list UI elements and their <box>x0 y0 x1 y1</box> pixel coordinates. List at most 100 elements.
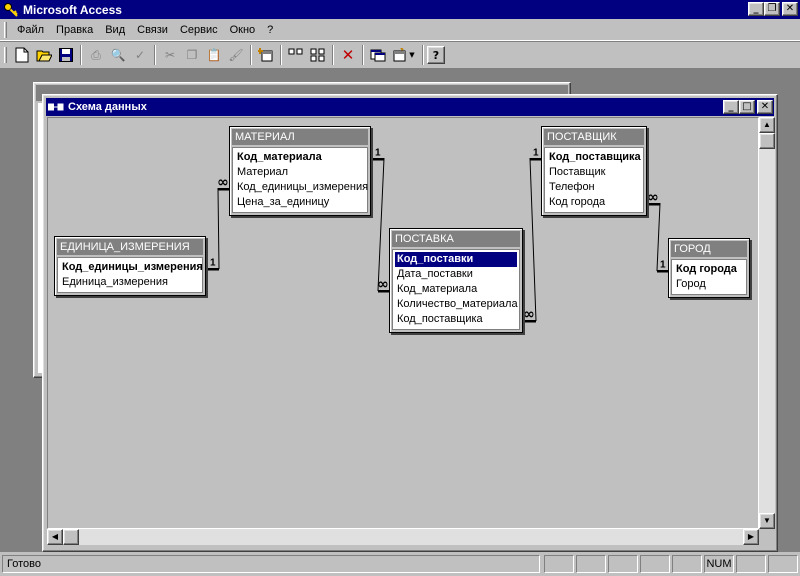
field-list[interactable]: Код города Город <box>671 259 747 295</box>
relationship-line-3[interactable] <box>648 203 669 271</box>
show-all-relationships-icon[interactable] <box>307 44 329 66</box>
spelling-icon[interactable]: ✓ <box>129 44 151 66</box>
field-city-1[interactable]: Город <box>674 277 744 292</box>
print-icon[interactable]: ⎙ <box>85 44 107 66</box>
field-list[interactable]: Код_поставщика Поставщик Телефон Код города <box>544 147 644 213</box>
format-painter-icon[interactable]: 🖌 <box>225 44 247 66</box>
toolbar-grip[interactable] <box>4 47 7 63</box>
menu-help[interactable]: ? <box>261 22 279 38</box>
relationship-line-1[interactable] <box>372 158 390 291</box>
field-material-1[interactable]: Материал <box>235 165 365 180</box>
menu-view[interactable]: Вид <box>99 22 131 38</box>
table-supply[interactable]: ПОСТАВКА Код_поставки Дата_поставки Код_ма… <box>389 228 523 333</box>
scroll-up-icon[interactable]: ▲ <box>759 117 775 133</box>
toolbar: ⎙ 🔍 ✓ ✂ ❐ 📋 🖌 ✕ ▼ ? <box>0 41 800 68</box>
relationship-one-label-0: 1 <box>210 258 216 269</box>
scroll-down-icon[interactable]: ▼ <box>759 513 775 529</box>
window-close-button[interactable]: ✕ <box>757 100 773 114</box>
new-icon[interactable] <box>11 44 33 66</box>
field-supply-2[interactable]: Код_материала <box>395 282 517 297</box>
field-supplier-0[interactable]: Код_поставщика <box>547 150 641 165</box>
field-material-3[interactable]: Цена_за_единицу <box>235 195 365 210</box>
menu-window[interactable]: Окно <box>224 22 262 38</box>
field-unit-1[interactable]: Единица_измерения <box>60 275 200 290</box>
relationship-many-label-0: ∞ <box>217 175 229 191</box>
field-supplier-2[interactable]: Телефон <box>547 180 641 195</box>
field-supply-3[interactable]: Количество_материала <box>395 297 518 312</box>
app-title-bar[interactable]: Microsoft Access _ ❐ ✕ <box>0 0 800 19</box>
relationship-many-label-1: ∞ <box>377 277 389 293</box>
delete-icon[interactable]: ✕ <box>337 44 359 66</box>
dropdown-arrow-icon[interactable]: ▼ <box>409 51 414 59</box>
table-city[interactable]: ГОРОД Код города Город <box>668 238 750 298</box>
save-icon[interactable] <box>55 44 77 66</box>
relationship-line-0[interactable] <box>207 188 230 269</box>
table-unit[interactable]: ЕДИНИЦА_ИЗМЕРЕНИЯ Код_единицы_измерения Е… <box>54 236 206 296</box>
table-title[interactable]: МАТЕРИАЛ <box>232 129 368 145</box>
field-city-0[interactable]: Код города <box>674 262 744 277</box>
status-cell <box>672 555 702 573</box>
field-supplier-3[interactable]: Код города <box>547 195 641 210</box>
menu-edit[interactable]: Правка <box>50 22 99 38</box>
toolbar-separator <box>250 45 252 65</box>
cut-icon[interactable]: ✂ <box>159 44 181 66</box>
menu-tools[interactable]: Сервис <box>174 22 224 38</box>
field-material-2[interactable]: Код_единицы_измерения <box>235 180 368 195</box>
relationship-one-label-3: 1 <box>660 260 666 271</box>
field-supply-4[interactable]: Код_поставщика <box>395 312 517 327</box>
show-table-icon[interactable] <box>255 44 277 66</box>
window-maximize-button[interactable]: □ <box>739 100 755 114</box>
window-minimize-button[interactable]: _ <box>723 100 739 114</box>
horizontal-scroll-thumb[interactable] <box>63 529 79 545</box>
toolbar-separator <box>280 45 282 65</box>
field-material-0[interactable]: Код_материала <box>235 150 365 165</box>
relationship-one-label-2: 1 <box>533 148 539 159</box>
status-cell <box>576 555 606 573</box>
relationships-canvas[interactable]: 1 ∞ 1 ∞ 1 ∞ 1 ∞ ЕДИНИЦА_ИЗМЕРЕНИЯ Код_единицы_и… <box>47 117 759 529</box>
relationship-line-2[interactable] <box>524 158 542 321</box>
relationship-many-label-2: ∞ <box>523 307 535 323</box>
new-object-icon[interactable]: ▼ <box>389 44 419 66</box>
field-supply-1[interactable]: Дата_поставки <box>395 267 517 282</box>
menu-relationships[interactable]: Связи <box>131 22 174 38</box>
help-icon[interactable]: ? <box>427 46 445 64</box>
field-list[interactable]: Код_единицы_измерения Единица_измерения <box>57 257 203 293</box>
relationships-window-title-bar[interactable]: Схема данных _ □ ✕ <box>46 98 774 116</box>
print-preview-icon[interactable]: 🔍 <box>107 44 129 66</box>
field-supplier-1[interactable]: Поставщик <box>547 165 641 180</box>
close-button[interactable]: ✕ <box>782 2 798 16</box>
scroll-left-icon[interactable]: ◀ <box>47 529 63 545</box>
toolbar-separator <box>80 45 82 65</box>
status-num-indicator: NUM <box>704 555 734 573</box>
table-title[interactable]: ГОРОД <box>671 241 747 257</box>
toolbar-separator <box>422 45 424 65</box>
horizontal-scrollbar[interactable]: ◀ ▶ <box>47 529 759 545</box>
open-icon[interactable] <box>33 44 55 66</box>
field-list[interactable]: Код_материала Материал Код_единицы_измерен… <box>232 147 368 213</box>
status-cell <box>640 555 670 573</box>
scroll-right-icon[interactable]: ▶ <box>743 529 759 545</box>
field-supply-0[interactable]: Код_поставки <box>395 252 517 267</box>
copy-icon[interactable]: ❐ <box>181 44 203 66</box>
app-title: Microsoft Access <box>23 2 122 17</box>
show-direct-icon[interactable] <box>285 44 307 66</box>
table-title[interactable]: ПОСТАВКА <box>392 231 520 247</box>
vertical-scrollbar[interactable]: ▲ ▼ <box>759 117 775 529</box>
table-material[interactable]: МАТЕРИАЛ Код_материала Материал Код_единиц… <box>229 126 371 216</box>
restore-button[interactable]: ❐ <box>764 2 780 16</box>
table-title[interactable]: ЕДИНИЦА_ИЗМЕРЕНИЯ <box>57 239 203 255</box>
database-window-icon[interactable] <box>367 44 389 66</box>
menu-file[interactable]: Файл <box>11 22 50 38</box>
relationships-window-title: Схема данных <box>68 101 147 113</box>
toolbar-separator <box>332 45 334 65</box>
table-title[interactable]: ПОСТАВЩИК <box>544 129 644 145</box>
relationships-window[interactable]: Схема данных _ □ ✕ 1 ∞ 1 ∞ 1 ∞ 1 ∞ ЕДИНИЦА_ИЗМЕ… <box>42 94 778 552</box>
menu-grip[interactable] <box>4 21 7 38</box>
paste-icon[interactable]: 📋 <box>203 44 225 66</box>
vertical-scroll-thumb[interactable] <box>759 133 775 149</box>
table-supplier[interactable]: ПОСТАВЩИК Код_поставщика Поставщик Телефон… <box>541 126 647 216</box>
size-grip[interactable] <box>759 529 775 545</box>
field-list[interactable]: Код_поставки Дата_поставки Код_материала Ко… <box>392 249 520 330</box>
field-unit-0[interactable]: Код_единицы_измерения <box>60 260 203 275</box>
minimize-button[interactable]: _ <box>748 2 764 16</box>
